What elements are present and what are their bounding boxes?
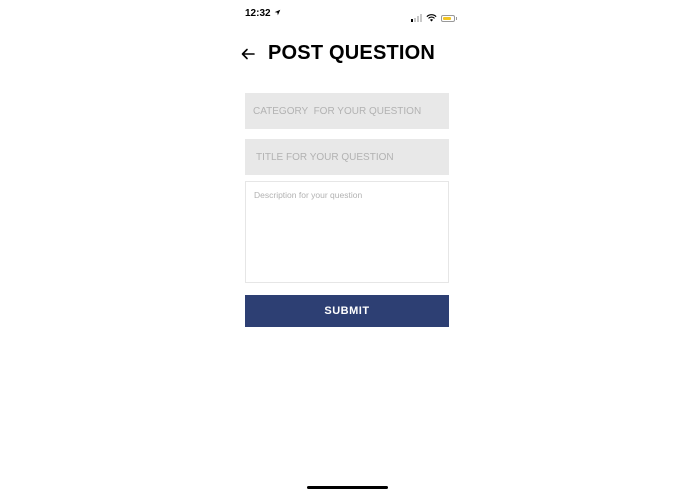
wifi-icon <box>426 9 437 27</box>
category-input[interactable] <box>245 93 449 129</box>
status-time: 12:32 <box>245 8 281 19</box>
title-input[interactable] <box>245 139 449 175</box>
status-icons <box>411 9 457 27</box>
signal-icon <box>411 14 422 22</box>
battery-level <box>443 16 451 20</box>
location-arrow-icon <box>274 9 281 18</box>
page-title: POST QUESTION <box>268 42 436 64</box>
battery-icon <box>441 14 457 22</box>
status-time-label: 12:32 <box>245 8 271 19</box>
home-indicator <box>307 486 388 489</box>
back-button[interactable] <box>238 44 258 64</box>
post-question-screen: 12:32 POST QUESTION SUBMIT <box>0 0 695 494</box>
submit-button[interactable]: SUBMIT <box>245 295 449 327</box>
arrow-left-icon <box>241 48 255 60</box>
description-textarea[interactable] <box>245 181 449 283</box>
